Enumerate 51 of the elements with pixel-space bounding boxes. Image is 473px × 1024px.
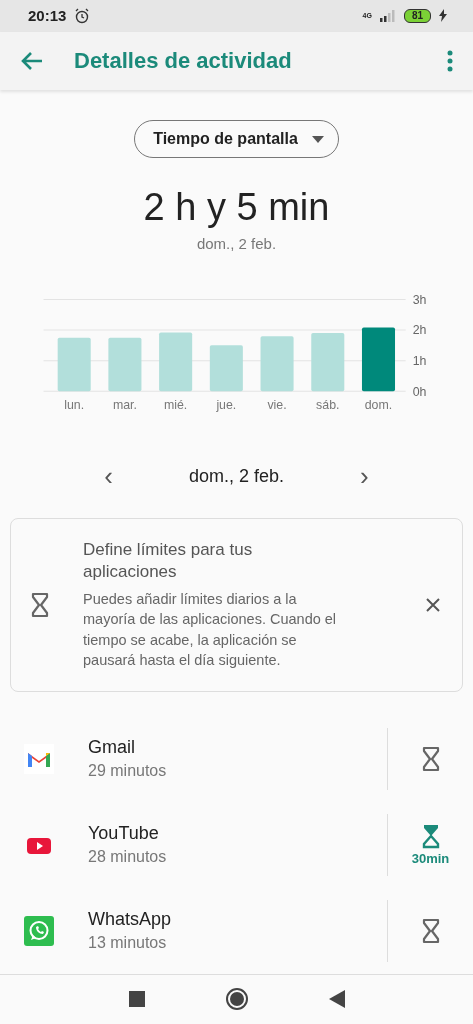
back-icon[interactable]	[328, 990, 345, 1009]
chat-app-icon	[24, 915, 54, 946]
back-arrow-icon[interactable]	[20, 50, 44, 71]
hourglass-icon	[421, 823, 440, 850]
charging-icon	[439, 9, 447, 23]
app-usage: 13 minutos	[88, 934, 168, 953]
axis-label: 1h	[412, 354, 427, 369]
metric-dropdown[interactable]: Tiempo de pantalla	[134, 120, 339, 159]
hourglass-icon	[421, 917, 440, 944]
home-icon[interactable]	[224, 987, 249, 1012]
tip-text: Puedes añadir límites diarios a la mayoría de las aplicaciones. Cuando el tiempo se acabe, la aplicación se pausará hasta el día siguiente.	[83, 589, 338, 671]
bar	[159, 332, 193, 392]
bar	[209, 345, 243, 392]
day-label: mié.	[163, 398, 188, 412]
selected-date: dom., 2 feb.	[188, 465, 285, 487]
day-label: sáb.	[316, 398, 340, 412]
axis-label: 0h	[412, 384, 427, 399]
previous-day-button[interactable]: ‹	[98, 460, 119, 492]
alarm-icon	[74, 7, 91, 24]
app-timer-button[interactable]: 30min	[387, 813, 473, 876]
app-name: Gmail	[88, 737, 136, 759]
bar	[361, 327, 395, 392]
clock-time: 20:13	[28, 7, 67, 25]
bar	[260, 336, 294, 392]
bar	[108, 337, 142, 392]
total-time: 2 h y 5 min	[143, 186, 330, 230]
app-name: WhatsApp	[88, 909, 173, 931]
day-label: jue.	[216, 398, 237, 412]
bar	[311, 333, 345, 392]
axis-label: 2h	[412, 323, 427, 338]
app-usage: 28 minutos	[88, 848, 168, 867]
day-label: mar.	[112, 398, 137, 412]
next-day-button[interactable]: ›	[354, 460, 375, 492]
hourglass-icon	[421, 745, 440, 772]
tip-title: Define límites para tus aplicaciones	[83, 538, 254, 583]
more-menu-icon[interactable]	[447, 49, 453, 72]
summary-date: dom., 2 feb.	[196, 235, 277, 253]
bar	[57, 337, 91, 392]
app-name: YouTube	[88, 823, 160, 845]
day-label: vie.	[267, 398, 287, 412]
screen-title: Detalles de actividad	[74, 47, 293, 74]
day-label: dom.	[364, 398, 393, 412]
axis-label: 3h	[412, 292, 427, 307]
signal-icon	[379, 9, 396, 22]
hourglass-icon	[31, 591, 49, 618]
app-usage: 29 minutos	[88, 762, 168, 781]
caret-icon	[311, 135, 324, 143]
recents-icon[interactable]	[128, 991, 145, 1008]
day-label: lun.	[64, 398, 85, 412]
battery-level: 81	[403, 8, 431, 23]
close-button[interactable]	[426, 597, 440, 612]
